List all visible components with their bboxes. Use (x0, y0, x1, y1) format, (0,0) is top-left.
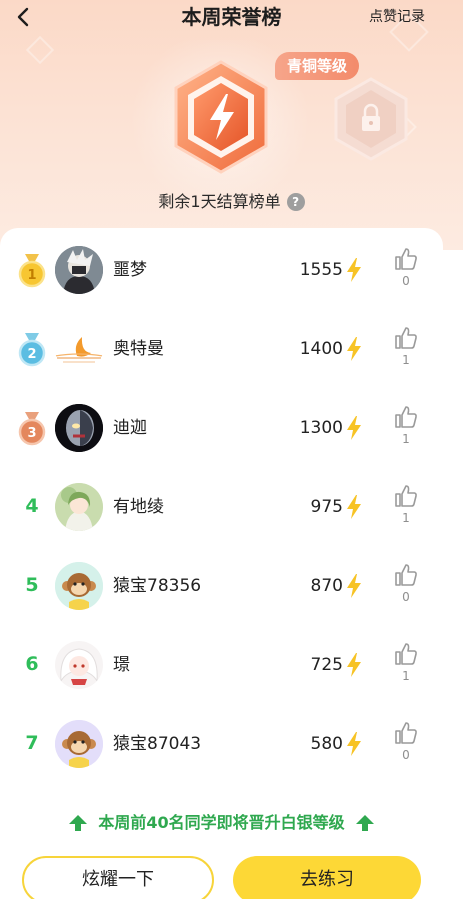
avatar[interactable] (55, 325, 103, 373)
thumbs-up-icon[interactable] (393, 404, 419, 430)
score-value: 975 (310, 497, 343, 517)
ranking-row: 5 猿宝78356 870 0 (0, 546, 443, 625)
avatar[interactable] (55, 720, 103, 768)
avatar[interactable] (55, 246, 103, 294)
user-name: 璟 (113, 655, 130, 675)
gold-medal-icon: 1 (18, 254, 46, 288)
thumbs-up-icon[interactable] (393, 641, 419, 667)
ranking-row: 2 奥特曼 1400 1 (0, 309, 443, 388)
like-count: 1 (402, 511, 410, 525)
rank-number: 4 (25, 495, 39, 517)
lightning-icon (347, 732, 361, 756)
like-record-link[interactable]: 点赞记录 (369, 7, 425, 27)
thumbs-up-icon[interactable] (393, 483, 419, 509)
score-value: 870 (310, 576, 343, 596)
thumbs-up-icon[interactable] (393, 325, 419, 351)
avatar-image (55, 720, 103, 768)
like-count: 1 (402, 353, 410, 367)
score-value: 1400 (299, 339, 343, 359)
user-name: 猿宝78356 (113, 576, 202, 596)
lightning-icon (347, 416, 361, 440)
like-count: 0 (402, 590, 410, 604)
ranking-row: 1 噩梦 1555 0 (0, 230, 443, 309)
like-count: 1 (402, 669, 410, 683)
lightning-icon (347, 337, 361, 361)
silver-medal-icon: 2 (18, 333, 46, 367)
rank-number: 7 (25, 732, 39, 754)
settle-info: 剩余1天结算榜单 ? (0, 190, 463, 214)
arrow-up-icon (69, 815, 88, 831)
locked-level-badge-icon (334, 77, 408, 161)
thumbs-up-icon[interactable] (393, 562, 419, 588)
bronze-level-badge-icon (174, 60, 268, 174)
bronze-medal-icon: 3 (18, 412, 46, 446)
avatar[interactable] (55, 641, 103, 689)
svg-text:3: 3 (27, 426, 36, 441)
score-value: 1555 (299, 260, 343, 280)
arrow-up-icon (355, 815, 374, 831)
avatar[interactable] (55, 562, 103, 610)
avatar-image (55, 325, 103, 373)
lightning-icon (347, 258, 361, 282)
footer-actions: 炫耀一下 去练习 (0, 846, 463, 899)
ranking-row: 3 迪迦 1300 1 (0, 388, 443, 467)
avatar-image (55, 641, 103, 689)
like-count: 0 (402, 748, 410, 762)
svg-text:2: 2 (27, 347, 36, 362)
ranking-list: 1 噩梦 1555 0 2 奥特曼 1400 1 3 迪迦 1300 1 4 有… (0, 228, 443, 799)
header-banner: 本周荣誉榜 点赞记录 青铜等级 剩余1天结算榜单 ? (0, 0, 463, 250)
help-icon[interactable]: ? (286, 193, 305, 211)
like-count: 1 (402, 432, 410, 446)
avatar-image (55, 404, 103, 452)
score-value: 580 (310, 734, 343, 754)
practice-button[interactable]: 去练习 (233, 856, 421, 899)
rank-number: 6 (25, 653, 39, 675)
rank-number: 5 (25, 574, 39, 596)
score-value: 725 (310, 655, 343, 675)
lightning-icon (347, 495, 361, 519)
avatar-image (55, 483, 103, 531)
lightning-icon (347, 574, 361, 598)
ranking-row: 6 璟 725 1 (0, 625, 443, 704)
avatar-image (55, 562, 103, 610)
user-name: 猿宝87043 (113, 734, 202, 754)
user-name: 奥特曼 (113, 339, 164, 359)
user-name: 迪迦 (113, 418, 147, 438)
promotion-text: 本周前40名同学即将晋升白银等级 (98, 813, 345, 832)
banner-decoration (25, 35, 55, 65)
avatar-image (55, 246, 103, 294)
avatar[interactable] (55, 404, 103, 452)
user-name: 噩梦 (113, 260, 147, 280)
user-name: 有地绫 (113, 497, 164, 517)
show-off-button[interactable]: 炫耀一下 (22, 856, 214, 899)
promotion-banner: 本周前40名同学即将晋升白银等级 (0, 800, 443, 846)
like-count: 0 (402, 274, 410, 288)
score-value: 1300 (299, 418, 343, 438)
lightning-icon (347, 653, 361, 677)
thumbs-up-icon[interactable] (393, 720, 419, 746)
thumbs-up-icon[interactable] (393, 246, 419, 272)
svg-text:1: 1 (27, 268, 36, 283)
ranking-row: 7 猿宝87043 580 0 (0, 704, 443, 783)
avatar[interactable] (55, 483, 103, 531)
settle-countdown: 剩余1天结算榜单 (158, 192, 281, 211)
ranking-row: 4 有地绫 975 1 (0, 467, 443, 546)
